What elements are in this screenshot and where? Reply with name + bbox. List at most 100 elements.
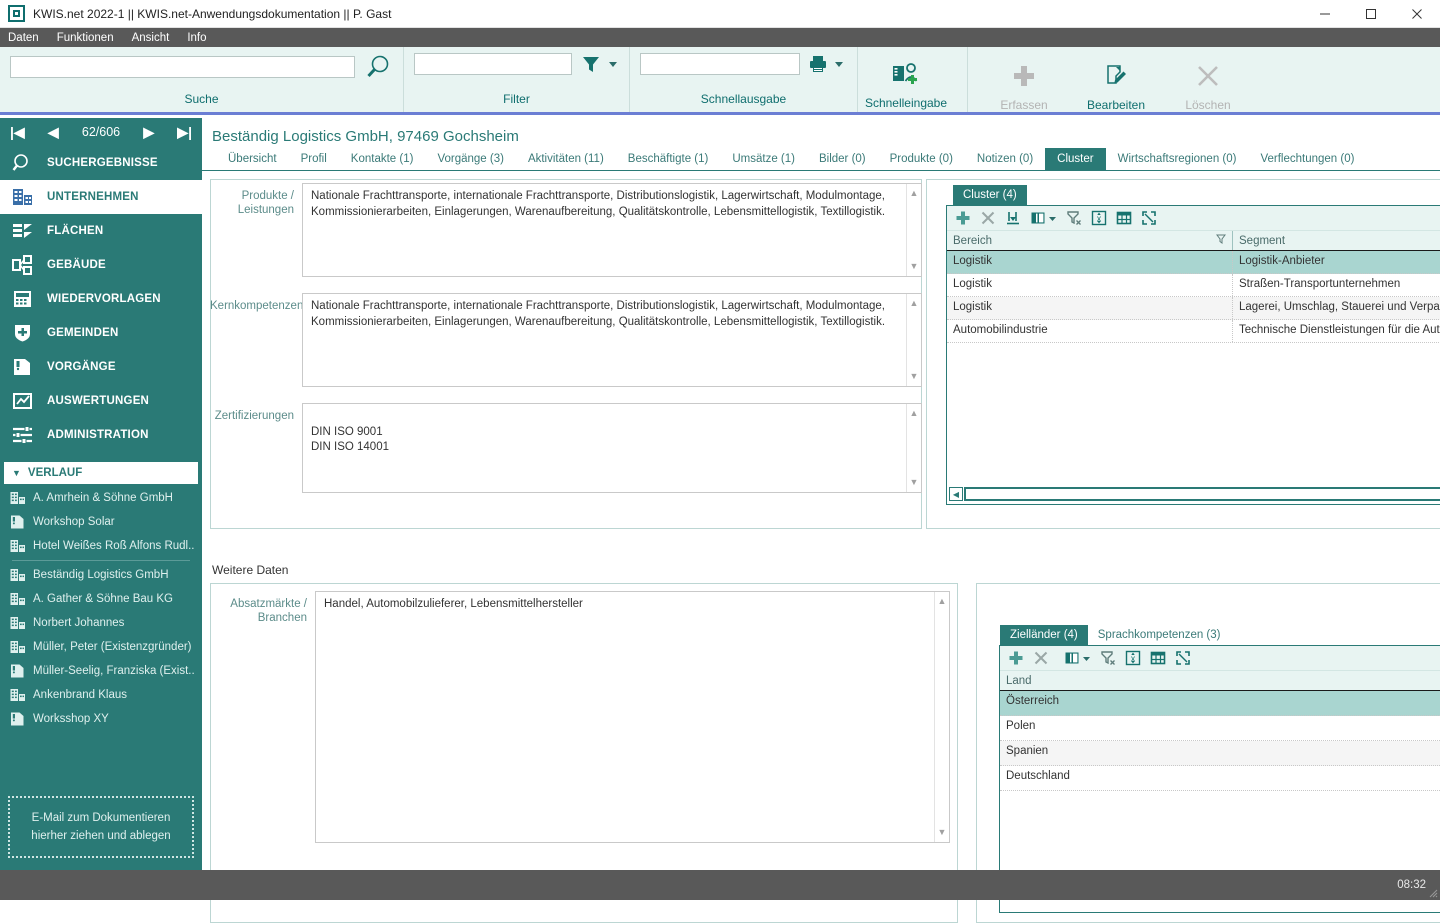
close-x-icon[interactable]	[1033, 650, 1049, 666]
list-item[interactable]: A. Amrhein & Söhne GmbH	[0, 486, 202, 510]
scrollbar-horizontal[interactable]: ◀ ▶	[949, 486, 1440, 502]
list-item[interactable]: Norbert Johannes	[0, 611, 202, 635]
sidebar-item-administration[interactable]: ADMINISTRATION	[0, 418, 202, 452]
list-item[interactable]: Beständig Logistics GmbH	[0, 563, 202, 587]
chevron-down-icon[interactable]	[1082, 654, 1091, 663]
print-dropdown-caret[interactable]	[835, 61, 843, 67]
import-icon[interactable]	[1005, 210, 1021, 226]
produkte-leistungen-textarea[interactable]: Nationale Frachttransporte, internationa…	[302, 183, 922, 277]
sidebar-item-flaechen[interactable]: FLÄCHEN	[0, 214, 202, 248]
list-item[interactable]: Ankenbrand Klaus	[0, 683, 202, 707]
table-row[interactable]: Automobilindustrie Technische Dienstleis…	[947, 320, 1440, 343]
tab-produkte[interactable]: Produkte (0)	[878, 148, 965, 170]
schnelleingabe-button[interactable]: Schnelleingabe	[858, 53, 954, 110]
sidebar-item-unternehmen[interactable]: UNTERNEHMEN	[0, 180, 202, 214]
list-item[interactable]: Hotel Weißes Roß Alfons Rudl..	[0, 534, 202, 558]
pager-first-button[interactable]: |◀	[10, 124, 25, 141]
column-header-bereich[interactable]: Bereich	[947, 231, 1233, 250]
menu-item-daten[interactable]: Daten	[8, 32, 39, 44]
resize-grip-icon[interactable]	[1426, 886, 1438, 898]
tab-wirtschaftsregionen[interactable]: Wirtschaftsregionen (0)	[1106, 148, 1249, 170]
list-item[interactable]: Workshop Solar	[0, 510, 202, 534]
filter-dropdown-caret[interactable]	[609, 61, 617, 67]
list-item[interactable]: Müller, Peter (Existenzgründer)	[0, 635, 202, 659]
sidebar-item-suchergebnisse[interactable]: SUCHERGEBNISSE	[0, 146, 202, 180]
scrollbar-vertical[interactable]: ▲ ▼	[906, 404, 921, 492]
clear-filter-icon[interactable]	[1066, 210, 1082, 226]
table-row[interactable]: Polen Derzeit	[1000, 716, 1440, 741]
loeschen-button[interactable]: Löschen	[1162, 55, 1254, 112]
tab-verflechtungen[interactable]: Verflechtungen (0)	[1248, 148, 1366, 170]
tab-aktivitaeten[interactable]: Aktivitäten (11)	[516, 148, 616, 170]
sidebar-item-gebaeude[interactable]: GEBÄUDE	[0, 248, 202, 282]
menu-item-funktionen[interactable]: Funktionen	[57, 32, 114, 44]
tab-uebersicht[interactable]: Übersicht	[216, 148, 289, 170]
expand-icon[interactable]	[1141, 210, 1157, 226]
expand-icon[interactable]	[1175, 650, 1191, 666]
printer-icon[interactable]	[808, 54, 828, 74]
tab-cluster[interactable]: Cluster	[1045, 148, 1106, 170]
gtab-cluster[interactable]: Cluster (4)	[953, 185, 1027, 206]
excel-export-icon[interactable]: x	[1091, 210, 1107, 226]
list-item[interactable]: Müller-Seelig, Franziska (Exist..	[0, 659, 202, 683]
filter-input[interactable]	[414, 53, 572, 75]
tab-umsaetze[interactable]: Umsätze (1)	[720, 148, 807, 170]
scrollbar-vertical[interactable]: ▲ ▼	[906, 184, 921, 276]
tab-notizen[interactable]: Notizen (0)	[965, 148, 1045, 170]
menu-item-ansicht[interactable]: Ansicht	[132, 32, 170, 44]
column-header-land[interactable]: Land	[1000, 671, 1440, 690]
weitere-daten-link[interactable]: Weitere Daten	[212, 563, 288, 577]
table-row[interactable]: Logistik Straßen-Transportunternehmen	[947, 274, 1440, 297]
minimize-button[interactable]	[1302, 0, 1348, 28]
bearbeiten-button[interactable]: Bearbeiten	[1070, 55, 1162, 112]
gtab-ziellaender[interactable]: Zielländer (4)	[1000, 625, 1088, 646]
scrollbar-track[interactable]	[964, 487, 1440, 501]
chevron-down-icon[interactable]	[1048, 214, 1057, 223]
columns-icon[interactable]	[1030, 210, 1046, 226]
pager-prev-button[interactable]: ◀	[48, 124, 59, 141]
menu-item-info[interactable]: Info	[187, 32, 206, 44]
plus-icon[interactable]	[1008, 650, 1024, 666]
clear-filter-icon[interactable]	[1100, 650, 1116, 666]
schnellausgabe-input[interactable]	[640, 53, 800, 75]
kernkompetenzen-textarea[interactable]: Nationale Frachttransporte, internationa…	[302, 293, 922, 387]
erfassen-button[interactable]: Erfassen	[978, 55, 1070, 112]
verlauf-header[interactable]: ▼ VERLAUF	[4, 462, 198, 484]
search-input[interactable]	[10, 56, 355, 78]
scroll-left-button[interactable]: ◀	[949, 487, 963, 501]
table-row[interactable]: Logistik Lagerei, Umschlag, Stauerei und…	[947, 297, 1440, 320]
search-icon[interactable]	[363, 53, 393, 81]
table-row[interactable]: Österreich Derzeit	[1000, 691, 1440, 716]
list-item[interactable]: A. Gather & Söhne Bau KG	[0, 587, 202, 611]
columns-icon[interactable]	[1064, 650, 1080, 666]
email-dropzone[interactable]: E-Mail zum Dokumentieren hierher ziehen …	[8, 796, 194, 858]
close-button[interactable]	[1394, 0, 1440, 28]
pager-next-button[interactable]: ▶	[143, 124, 154, 141]
maximize-button[interactable]	[1348, 0, 1394, 28]
list-item[interactable]: Worksshop XY	[0, 707, 202, 731]
gtab-sprachkompetenzen[interactable]: Sprachkompetenzen (3)	[1088, 625, 1231, 646]
funnel-icon[interactable]	[580, 53, 602, 75]
table-row[interactable]: Logistik Logistik-Anbieter	[947, 251, 1440, 274]
scrollbar-vertical[interactable]: ▲ ▼	[906, 294, 921, 386]
close-x-icon[interactable]	[980, 210, 996, 226]
plus-icon[interactable]	[955, 210, 971, 226]
table-icon[interactable]	[1150, 650, 1166, 666]
tab-kontakte[interactable]: Kontakte (1)	[339, 148, 426, 170]
tab-beschaeftigte[interactable]: Beschäftigte (1)	[616, 148, 721, 170]
tab-profil[interactable]: Profil	[289, 148, 339, 170]
table-icon[interactable]	[1116, 210, 1132, 226]
tab-bilder[interactable]: Bilder (0)	[807, 148, 878, 170]
table-row[interactable]: Spanien Derzeit	[1000, 741, 1440, 766]
absatzmaerkte-textarea[interactable]: Handel, Automobilzulieferer, Lebensmitte…	[315, 591, 950, 843]
tab-vorgaenge[interactable]: Vorgänge (3)	[425, 148, 516, 170]
sidebar-item-wiedervorlagen[interactable]: WIEDERVORLAGEN	[0, 282, 202, 316]
filter-icon[interactable]	[1216, 234, 1226, 247]
sidebar-item-gemeinden[interactable]: GEMEINDEN	[0, 316, 202, 350]
sidebar-item-vorgaenge[interactable]: VORGÄNGE	[0, 350, 202, 384]
pager-last-button[interactable]: ▶|	[177, 124, 192, 141]
zertifizierungen-textarea[interactable]: DIN ISO 9001 DIN ISO 14001 ▲ ▼	[302, 403, 922, 493]
scrollbar-vertical[interactable]: ▲ ▼	[934, 592, 949, 842]
excel-export-icon[interactable]: x	[1125, 650, 1141, 666]
table-row[interactable]: Deutschland Derzeit	[1000, 766, 1440, 791]
